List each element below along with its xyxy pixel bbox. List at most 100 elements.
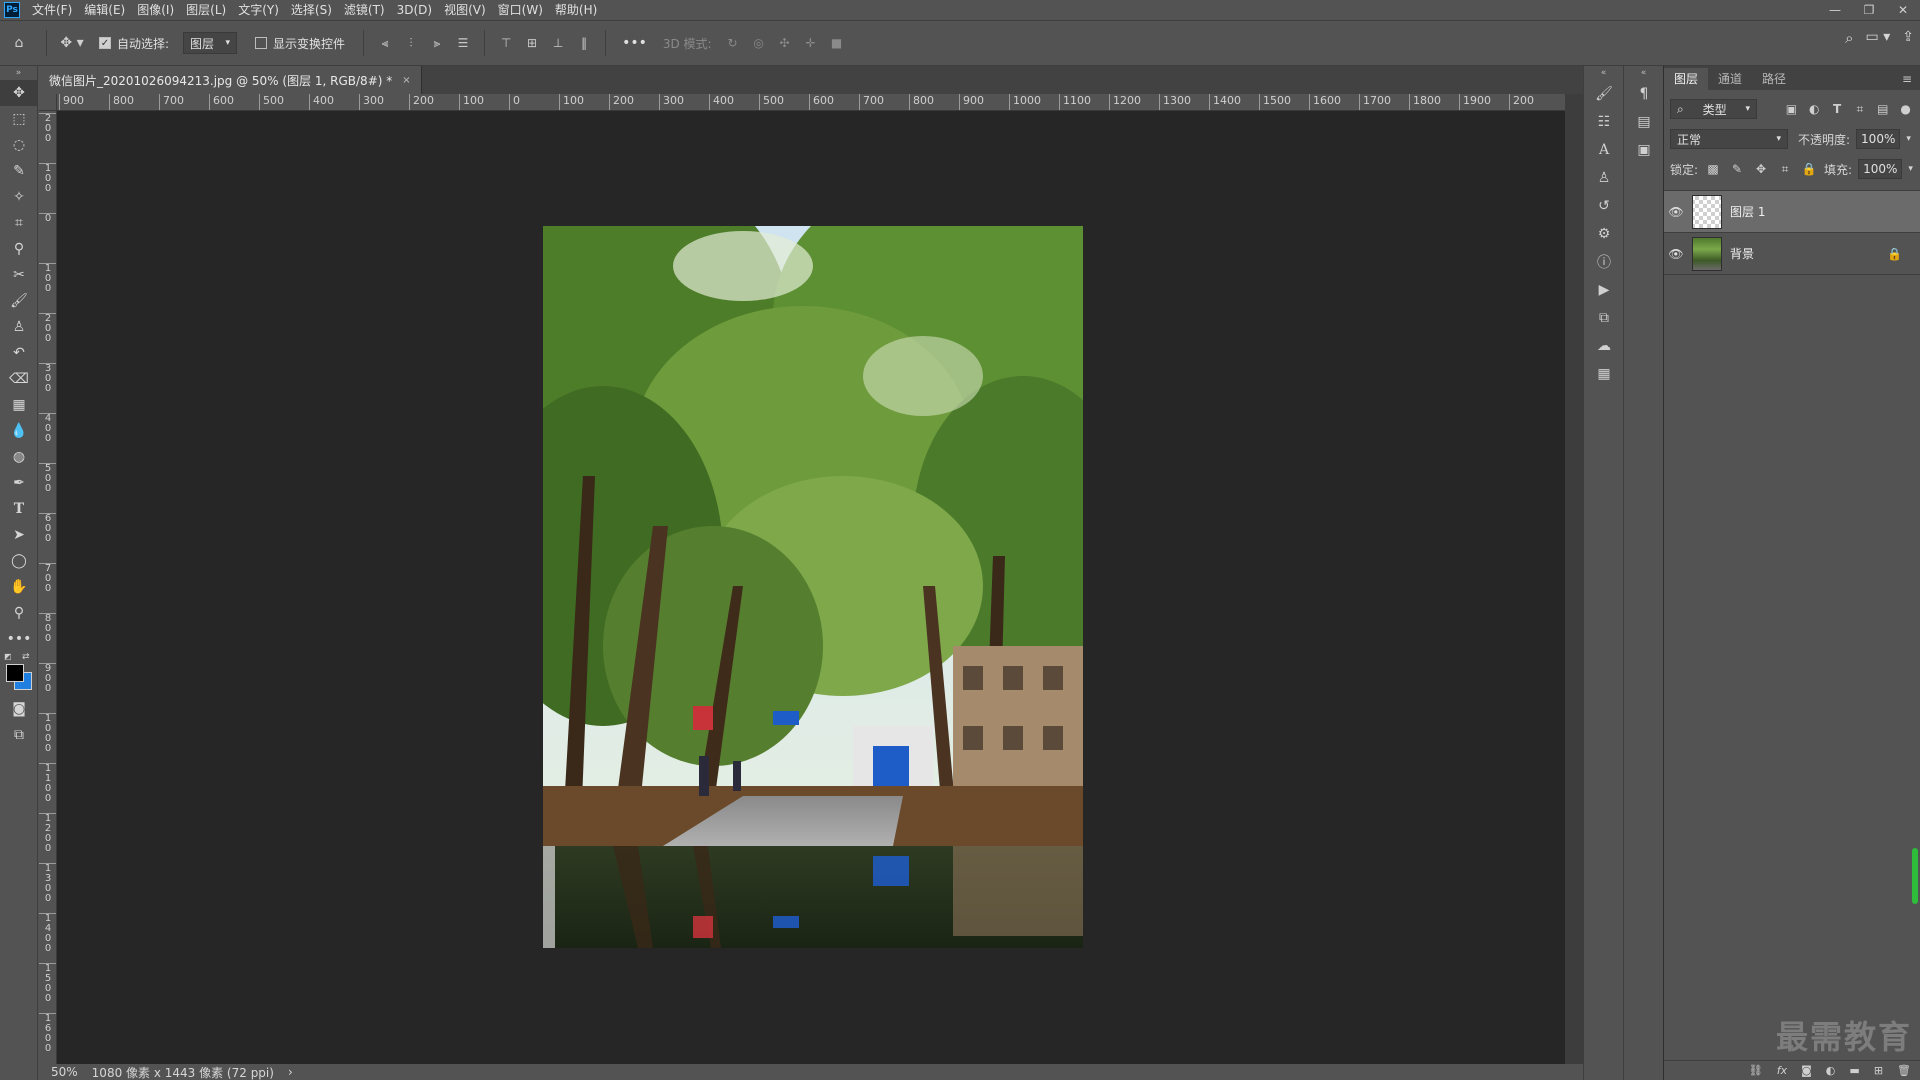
show-transform-checkbox[interactable] <box>255 37 268 49</box>
filter-smart-object-icon[interactable]: ▤ <box>1874 102 1891 116</box>
edit-toolbar-icon[interactable]: ••• <box>0 626 38 652</box>
share-icon[interactable]: ⇪ <box>1902 29 1914 47</box>
healing-brush-tool-icon[interactable]: ✂ <box>0 262 38 288</box>
menu-3d[interactable]: 3D(D) <box>391 0 438 20</box>
zoom-tool-icon[interactable]: ⚲ <box>0 600 38 626</box>
zoom-level[interactable]: 50% <box>51 1065 78 1079</box>
adjustment-icon[interactable]: ◐ <box>1826 1064 1836 1077</box>
close-icon[interactable]: × <box>402 75 410 86</box>
gradient-tool-icon[interactable]: ▦ <box>0 392 38 418</box>
layer-row-background[interactable]: 👁 背景 🔒 <box>1664 233 1920 275</box>
history-brush-tool-icon[interactable]: ↶ <box>0 340 38 366</box>
document-info[interactable]: 1080 像素 x 1443 像素 (72 ppi) <box>92 1064 274 1080</box>
blend-mode-dropdown[interactable]: 正常 ▾ <box>1670 129 1788 149</box>
move-tool-icon[interactable]: ✥ <box>0 80 38 106</box>
filter-toggle-icon[interactable]: ● <box>1897 102 1914 116</box>
folder-icon[interactable]: ▬ <box>1849 1064 1859 1077</box>
3d-scale-icon[interactable]: ■ <box>824 30 850 56</box>
distribute-vertical-icon[interactable]: ☰ <box>450 30 476 56</box>
canvas-area[interactable] <box>57 111 1565 1064</box>
filter-type-icon[interactable]: T <box>1829 102 1846 116</box>
history-icon[interactable]: ↺ <box>1584 192 1624 220</box>
auto-select-checkbox[interactable]: ✓ <box>99 37 111 49</box>
menu-image[interactable]: 图像(I) <box>131 0 180 20</box>
visibility-eye-icon[interactable]: 👁 <box>1664 247 1688 261</box>
distribute-horizontal-icon[interactable]: ‖ <box>571 30 597 56</box>
notes-icon[interactable]: ▣ <box>1624 136 1664 164</box>
align-top-icon[interactable]: ⊤ <box>493 30 519 56</box>
properties-icon[interactable]: ⚙ <box>1584 220 1624 248</box>
collapse-dock-icon[interactable]: « <box>1624 66 1663 80</box>
align-right-icon[interactable]: ⫸ <box>424 30 450 56</box>
3d-slide-icon[interactable]: ✛ <box>798 30 824 56</box>
menu-help[interactable]: 帮助(H) <box>549 0 603 20</box>
timeline-icon[interactable]: ▦ <box>1584 360 1624 388</box>
tab-layers[interactable]: 图层 <box>1664 68 1709 90</box>
document-tab[interactable]: 微信图片_20201026094213.jpg @ 50% (图层 1, RGB… <box>39 66 422 94</box>
3d-orbit-icon[interactable]: ↻ <box>720 30 746 56</box>
eraser-tool-icon[interactable]: ⌫ <box>0 366 38 392</box>
lasso-tool-icon[interactable]: ◌ <box>0 132 38 158</box>
align-left-icon[interactable]: ⫷ <box>372 30 398 56</box>
align-bottom-icon[interactable]: ⊥ <box>545 30 571 56</box>
fx-icon[interactable]: fx <box>1777 1064 1787 1077</box>
document-image[interactable] <box>543 226 1083 948</box>
path-selection-tool-icon[interactable]: ➤ <box>0 522 38 548</box>
foreground-color-swatch[interactable] <box>6 664 24 682</box>
quick-mask-icon[interactable]: ◙ <box>0 696 38 722</box>
opacity-input[interactable]: 100% <box>1856 129 1901 149</box>
menu-edit[interactable]: 编辑(E) <box>78 0 131 20</box>
tab-channels[interactable]: 通道 <box>1708 68 1752 90</box>
pen-tool-icon[interactable]: ✒ <box>0 470 38 496</box>
align-horizontal-center-icon[interactable]: ⫶ <box>398 30 424 56</box>
visibility-eye-icon[interactable]: 👁 <box>1664 205 1688 219</box>
menu-select[interactable]: 选择(S) <box>285 0 338 20</box>
paragraph-icon[interactable]: ¶ <box>1624 80 1664 108</box>
collapse-toolbar-icon[interactable]: » <box>0 66 37 80</box>
home-icon[interactable]: ⌂ <box>0 28 38 58</box>
ellipse-tool-icon[interactable]: ◯ <box>0 548 38 574</box>
more-options-button[interactable]: ••• <box>622 35 647 51</box>
move-tool-preset-icon[interactable]: ✥ ▾ <box>55 28 89 58</box>
character-icon[interactable]: A <box>1584 136 1624 164</box>
close-window-icon[interactable]: ✕ <box>1886 0 1920 20</box>
menu-file[interactable]: 文件(F) <box>26 0 78 20</box>
status-menu-arrow[interactable]: › <box>288 1065 293 1079</box>
mask-icon[interactable]: ◙ <box>1801 1064 1812 1077</box>
panel-menu-icon[interactable]: ≡ <box>1894 68 1920 90</box>
ruler-origin[interactable] <box>39 94 57 111</box>
search-icon[interactable]: ⌕ <box>1845 29 1853 47</box>
3d-pan-icon[interactable]: ✣ <box>772 30 798 56</box>
filter-pixel-icon[interactable]: ▣ <box>1783 102 1800 116</box>
horizontal-ruler[interactable]: 900 800 700 600 500 400 300 200 100 0 100 200 300 400… <box>57 94 1565 111</box>
menu-window[interactable]: 窗口(W) <box>492 0 549 20</box>
link-icon[interactable]: ⛓ <box>1749 1064 1763 1077</box>
actions-icon[interactable]: ▶ <box>1584 276 1624 304</box>
collapse-dock-icon[interactable]: « <box>1584 66 1623 80</box>
fill-chevron-icon[interactable]: ▾ <box>1908 164 1913 174</box>
lock-position-icon[interactable]: ✥ <box>1752 162 1770 176</box>
info-icon[interactable]: ⓘ <box>1584 248 1624 276</box>
brush-tool-icon[interactable]: 🖌 <box>0 288 38 314</box>
vertical-scrollbar[interactable] <box>1565 94 1583 1064</box>
quick-selection-tool-icon[interactable]: ✎ <box>0 158 38 184</box>
swap-colors-icon[interactable]: ⇄ <box>22 652 30 662</box>
brush-settings-icon[interactable]: 🖌 <box>1584 80 1624 108</box>
trash-icon[interactable]: 🗑 <box>1897 1064 1911 1077</box>
layer-row-layer-1[interactable]: 👁 图层 1 <box>1664 191 1920 233</box>
vertical-ruler[interactable]: 2001000100200300400500600700800900100011… <box>39 111 57 1064</box>
screen-mode-icon[interactable]: ⧉ <box>0 722 38 748</box>
filter-adjustment-icon[interactable]: ◐ <box>1806 102 1823 116</box>
styles-icon[interactable]: ⧉ <box>1584 304 1624 332</box>
lock-image-icon[interactable]: ✎ <box>1728 162 1746 176</box>
scroll-indicator[interactable] <box>1912 848 1918 904</box>
menu-view[interactable]: 视图(V) <box>438 0 492 20</box>
crop-tool-icon[interactable]: ⌗ <box>0 210 38 236</box>
lock-all-icon[interactable]: 🔒 <box>1800 162 1818 176</box>
filter-kind-dropdown[interactable]: ⌕ 类型 ▾ <box>1670 99 1757 119</box>
align-vertical-center-icon[interactable]: ⊞ <box>519 30 545 56</box>
clone-source-icon[interactable]: ♙ <box>1584 164 1624 192</box>
restore-icon[interactable]: ❐ <box>1852 0 1886 20</box>
blur-tool-icon[interactable]: 💧 <box>0 418 38 444</box>
tab-paths[interactable]: 路径 <box>1752 68 1796 90</box>
